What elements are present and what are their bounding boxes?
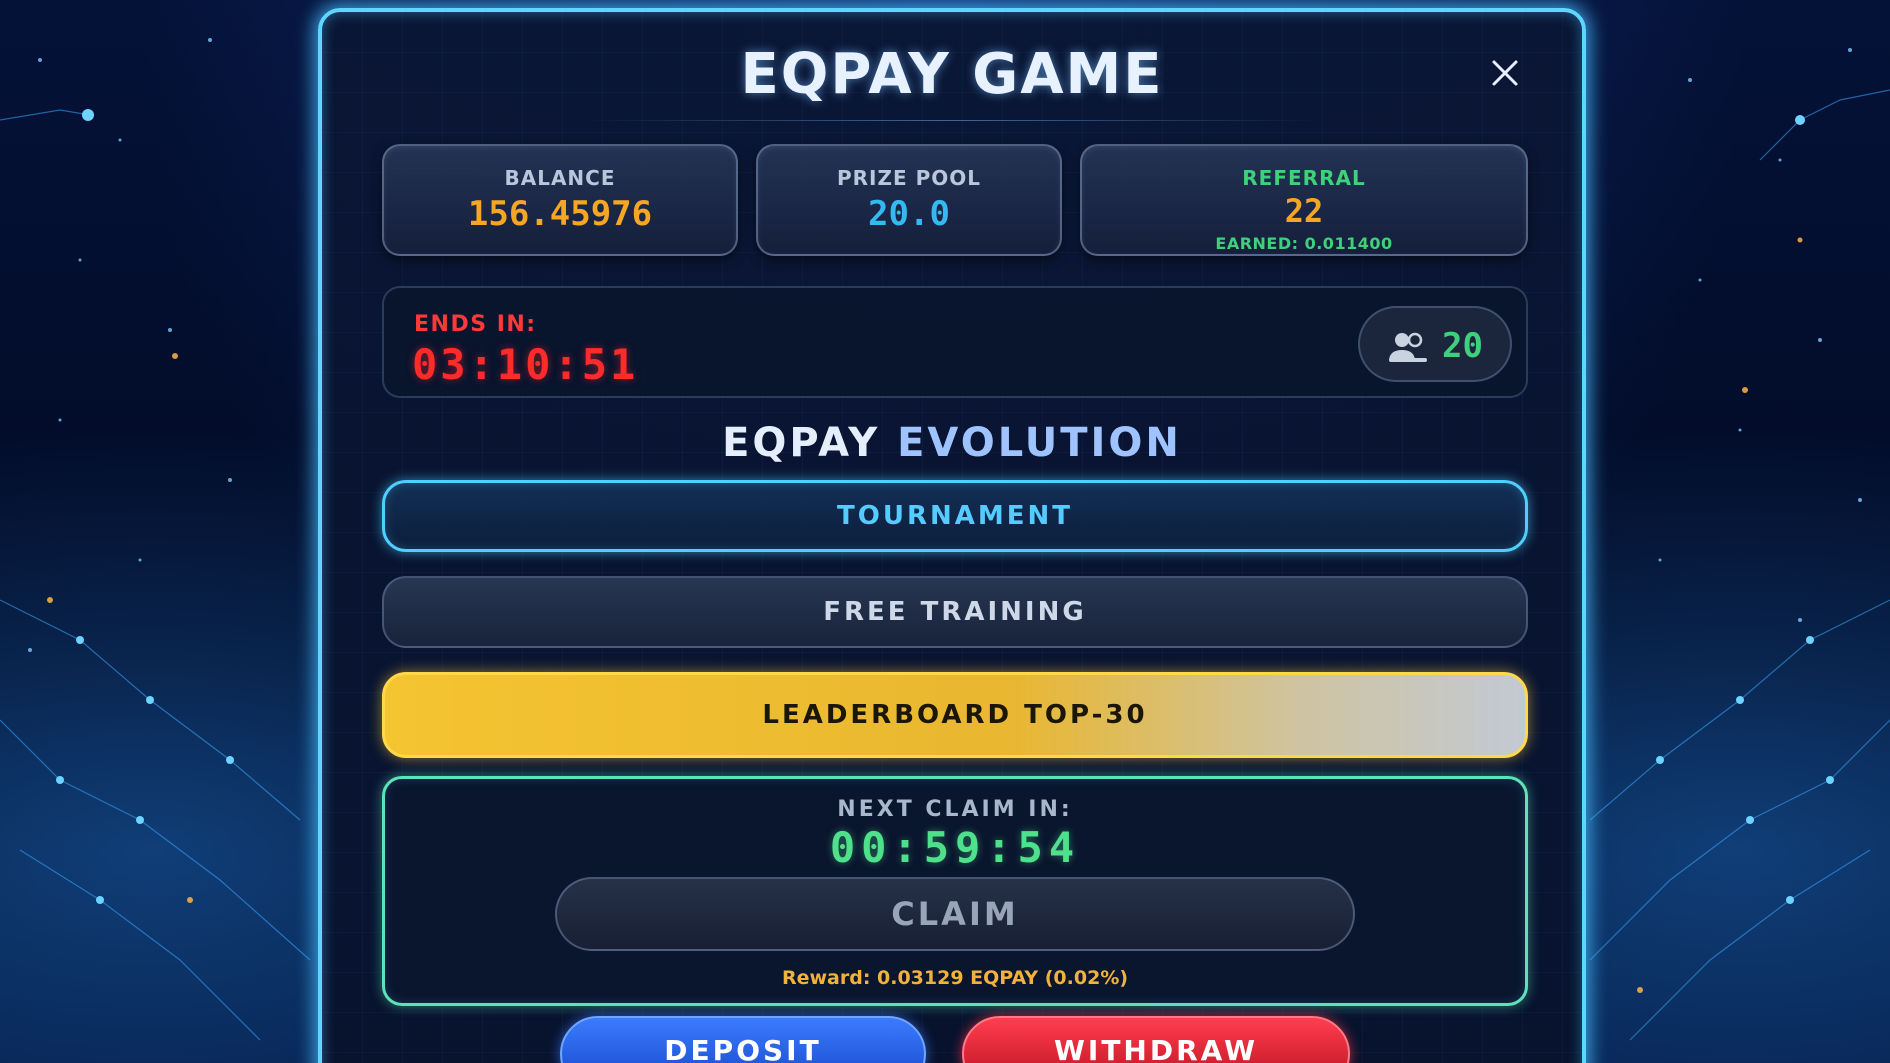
prize-pool-card: PRIZE POOL 20.0 <box>756 144 1062 256</box>
tournament-button[interactable]: TOURNAMENT <box>382 480 1528 552</box>
close-button[interactable] <box>1482 50 1528 96</box>
balance-card: BALANCE 156.45976 <box>382 144 738 256</box>
referral-card[interactable]: REFERRAL 22 EARNED: 0.011400 <box>1080 144 1528 256</box>
prize-pool-label: PRIZE POOL <box>836 166 982 190</box>
users-icon <box>1389 332 1427 362</box>
prize-pool-value: 20.0 <box>868 194 950 234</box>
game-screen: EQPAY GAME BALANCE 156.45976 PRIZE POOL … <box>0 0 1890 1063</box>
close-icon <box>1492 60 1518 86</box>
claim-button[interactable]: CLAIM <box>555 877 1355 951</box>
claim-panel: NEXT CLAIM IN: 00:59:54 CLAIM Reward: 0.… <box>382 776 1528 1006</box>
game-mode-title: EQPAY EVOLUTION <box>322 420 1582 466</box>
next-claim-timer: 00:59:54 <box>829 823 1081 872</box>
title-divider <box>582 120 1322 121</box>
referral-earned: EARNED: 0.011400 <box>1215 234 1393 253</box>
balance-label: BALANCE <box>504 166 616 190</box>
balance-value: 156.45976 <box>467 194 653 234</box>
leaderboard-button-label: LEADERBOARD TOP-30 <box>762 700 1148 730</box>
ends-in-value: 03:10:51 <box>412 340 639 389</box>
game-mode-title-part2: EVOLUTION <box>897 420 1182 466</box>
referral-value: 22 <box>1284 192 1324 230</box>
game-panel: EQPAY GAME BALANCE 156.45976 PRIZE POOL … <box>318 8 1586 1063</box>
players-count: 20 <box>1442 326 1483 366</box>
ends-in-label: ENDS IN: <box>414 312 537 337</box>
referral-label: REFERRAL <box>1242 166 1366 190</box>
claim-button-label: CLAIM <box>891 895 1019 933</box>
free-training-button-label: FREE TRAINING <box>823 597 1087 627</box>
game-mode-title-part1: EQPAY <box>722 420 881 466</box>
withdraw-button[interactable]: WITHDRAW <box>962 1016 1350 1063</box>
page-title: EQPAY GAME <box>740 42 1164 107</box>
players-count-badge: 20 <box>1358 306 1512 382</box>
deposit-button[interactable]: DEPOSIT <box>560 1016 926 1063</box>
reward-text: Reward: 0.03129 EQPAY (0.02%) <box>781 967 1129 989</box>
withdraw-button-label: WITHDRAW <box>1054 1034 1258 1063</box>
free-training-button[interactable]: FREE TRAINING <box>382 576 1528 648</box>
leaderboard-button[interactable]: LEADERBOARD TOP-30 <box>382 672 1528 758</box>
tournament-timer: ENDS IN: 03:10:51 20 <box>382 286 1528 398</box>
next-claim-label: NEXT CLAIM IN: <box>837 797 1073 822</box>
tournament-button-label: TOURNAMENT <box>837 501 1073 531</box>
deposit-button-label: DEPOSIT <box>664 1034 822 1063</box>
